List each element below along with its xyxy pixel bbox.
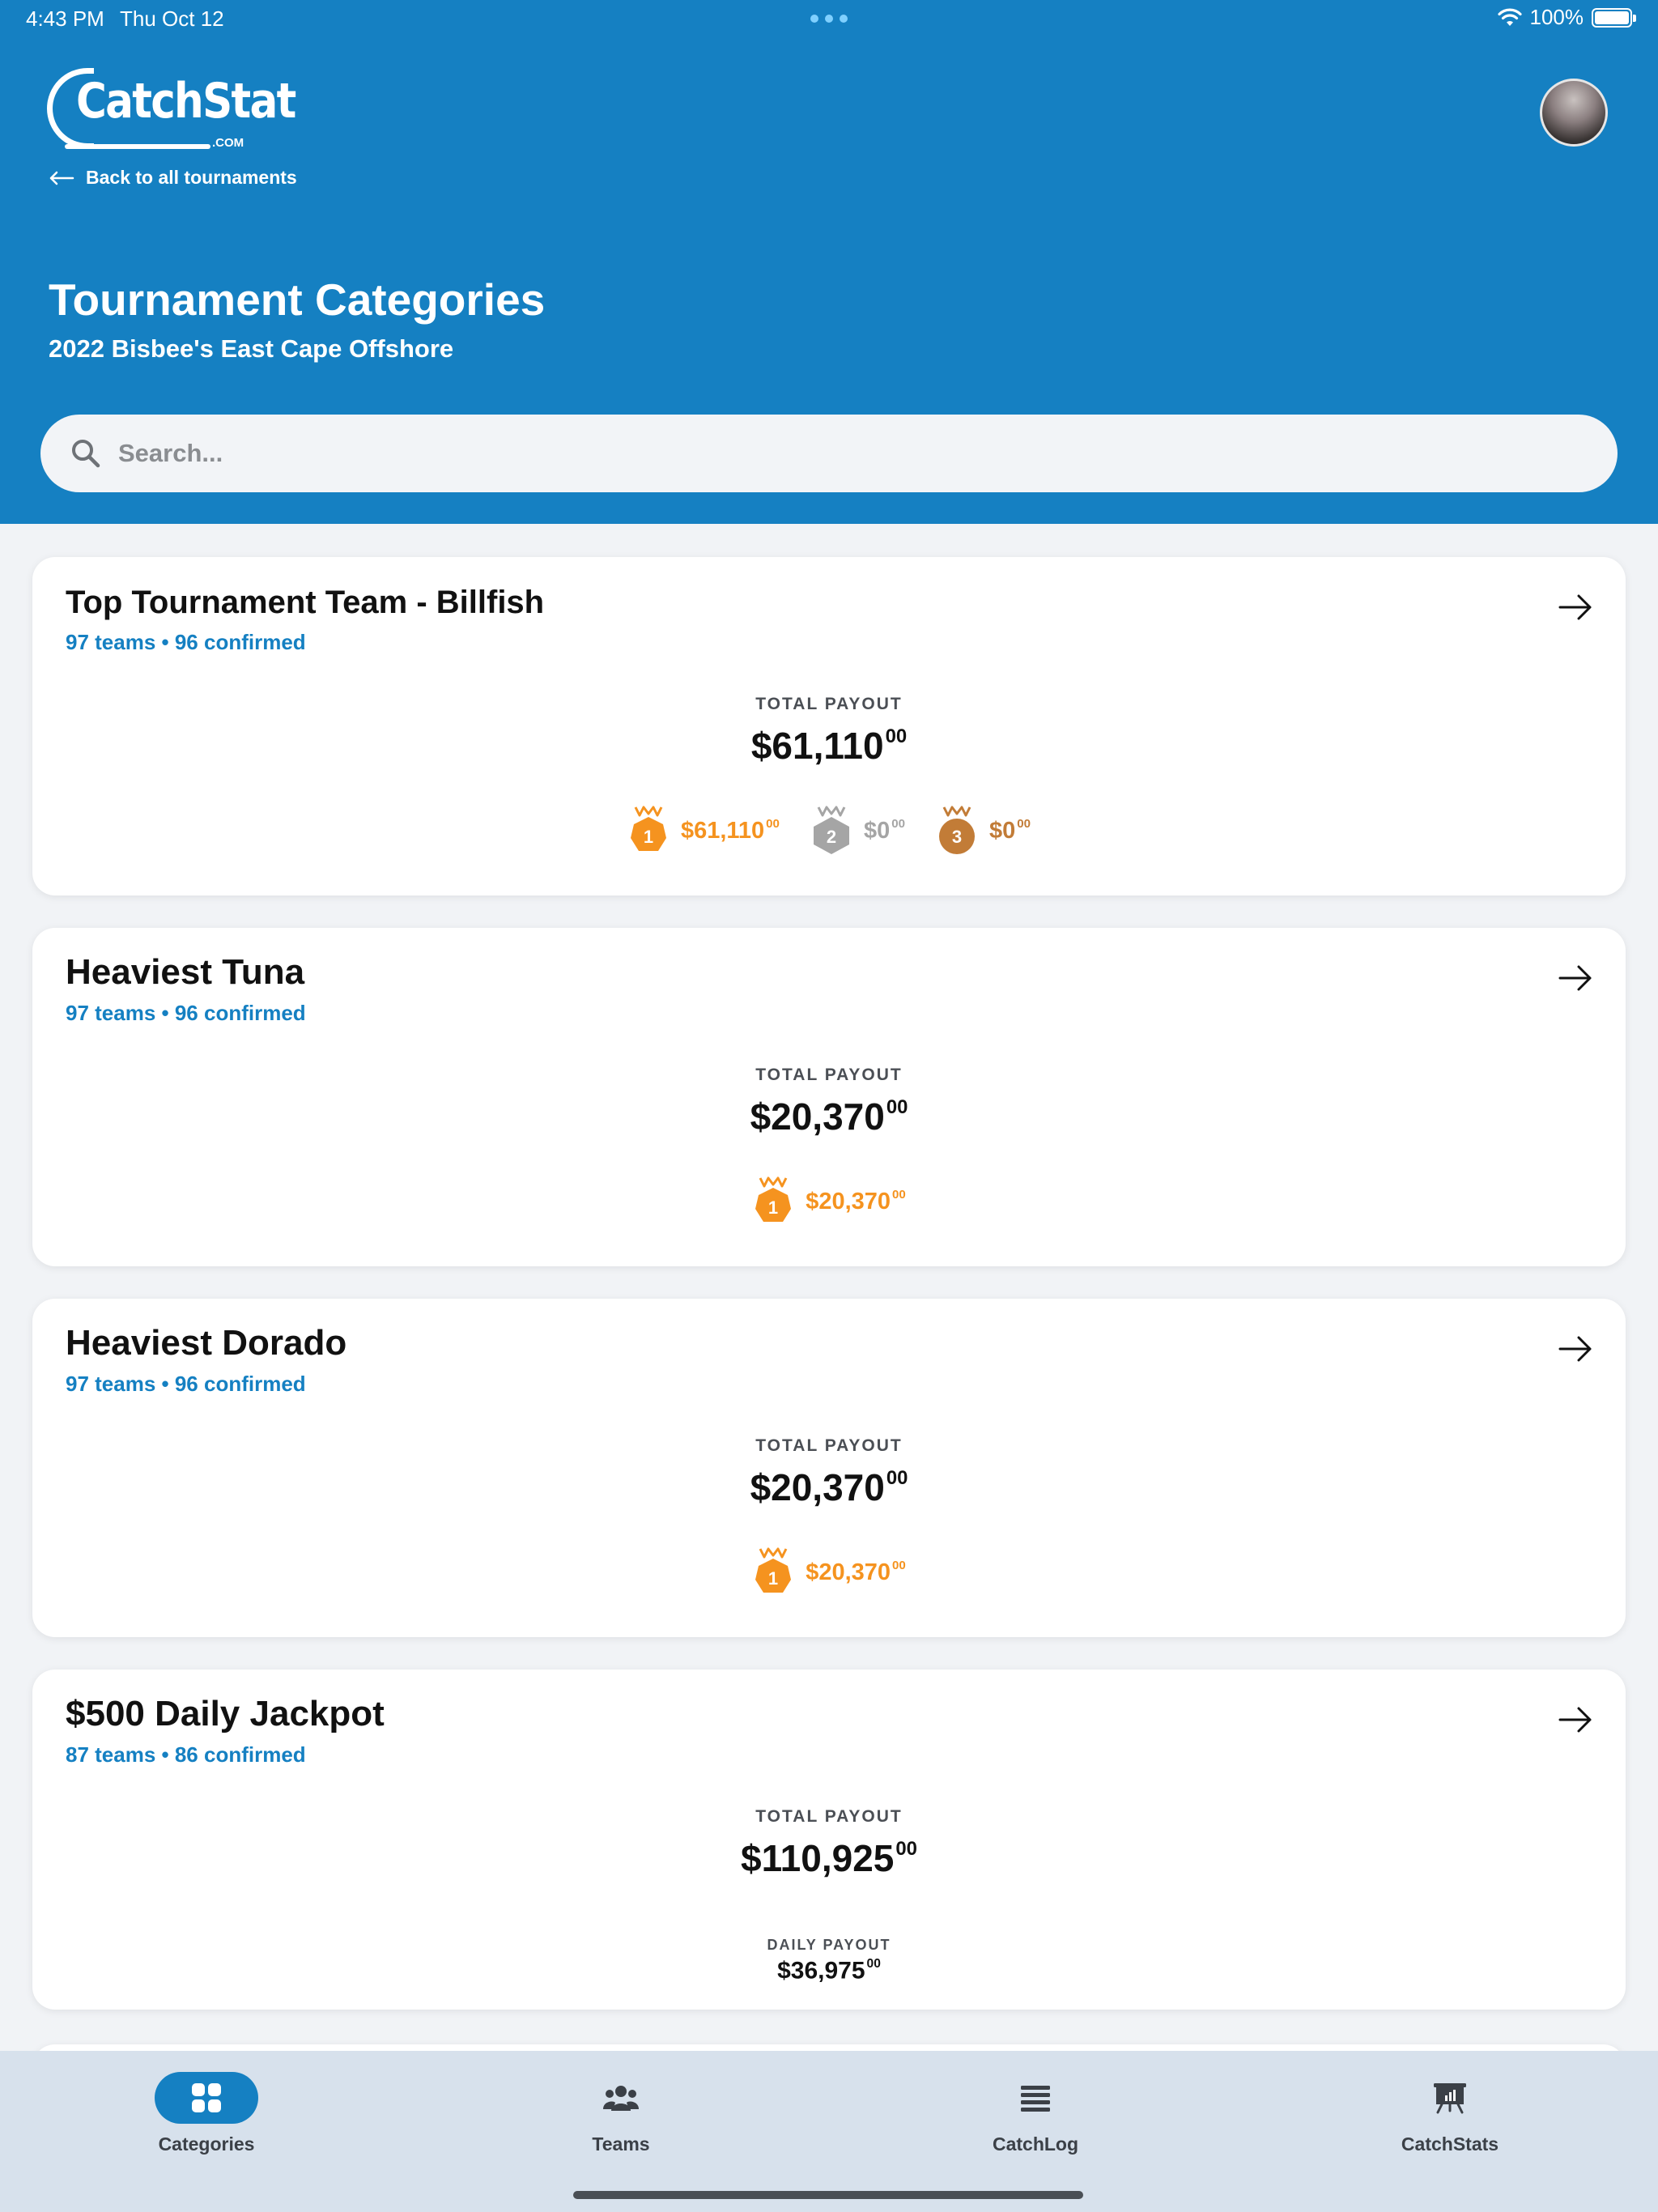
prize-list: 1 $20,370 00	[32, 1175, 1626, 1228]
gold-medal-icon: 1	[630, 806, 666, 851]
grid-icon	[192, 2083, 221, 2112]
arrow-left-icon	[49, 171, 74, 185]
silver-medal-icon: 2	[813, 806, 849, 854]
total-payout-amount: $61,11000	[750, 725, 908, 767]
total-payout-label: TOTAL PAYOUT	[755, 1436, 903, 1455]
avatar[interactable]	[1540, 79, 1608, 147]
category-card[interactable]: $500 Daily Jackpot 87 teams • 86 confirm…	[32, 1670, 1626, 2010]
page-title: Tournament Categories	[49, 274, 546, 325]
svg-text:1: 1	[768, 1568, 778, 1589]
arrow-right-icon[interactable]	[1558, 962, 1593, 994]
tab-catchstats[interactable]: CatchStats	[1345, 2072, 1555, 2155]
total-payout-label: TOTAL PAYOUT	[755, 1066, 903, 1084]
home-indicator[interactable]	[573, 2191, 1083, 2199]
arrow-right-icon[interactable]	[1558, 1333, 1593, 1365]
status-indicators: 100%	[1497, 5, 1636, 30]
search-input[interactable]	[118, 415, 1575, 492]
prize-list: 1 $61,110 00 2 $0 00 3 $0 00	[32, 804, 1626, 857]
tab-label: CatchStats	[1401, 2133, 1499, 2155]
header: 4:43 PM Thu Oct 12 100% CatchStat .COM B…	[0, 0, 1658, 524]
tab-teams[interactable]: Teams	[516, 2072, 726, 2155]
daily-payout-label: DAILY PAYOUT	[767, 1937, 891, 1953]
prize-first-place: 1 $61,110 00	[627, 804, 780, 857]
tab-label: CatchLog	[992, 2133, 1079, 2155]
people-icon	[603, 2086, 639, 2111]
wifi-icon	[1497, 8, 1522, 26]
arrow-right-icon[interactable]	[1558, 591, 1593, 623]
catchstat-logo[interactable]: CatchStat .COM	[47, 66, 296, 151]
logo-text: CatchStat	[76, 73, 296, 130]
arrow-right-icon[interactable]	[1558, 1704, 1593, 1736]
multitasking-dots-icon[interactable]	[810, 15, 848, 23]
battery-percent: 100%	[1529, 5, 1584, 29]
category-team-count: 87 teams • 86 confirmed	[66, 1742, 306, 1767]
tab-label: Categories	[158, 2133, 255, 2155]
category-team-count: 97 teams • 96 confirmed	[66, 1001, 306, 1025]
page-subtitle: 2022 Bisbee's East Cape Offshore	[49, 334, 454, 363]
total-payout-amount: $110,92500	[741, 1837, 917, 1879]
gold-medal-icon: 1	[755, 1547, 792, 1593]
daily-payout-amount: $36,975 00	[777, 1957, 881, 1984]
app-screen: 4:43 PM Thu Oct 12 100% CatchStat .COM B…	[0, 0, 1658, 2212]
battery-icon	[1592, 7, 1636, 28]
category-list[interactable]: Top Tournament Team - Billfish 97 teams …	[0, 524, 1658, 2051]
category-team-count: 97 teams • 96 confirmed	[66, 1372, 306, 1396]
category-title: $500 Daily Jackpot	[66, 1694, 385, 1733]
category-title: Heaviest Dorado	[66, 1323, 347, 1363]
total-payout-label: TOTAL PAYOUT	[755, 695, 903, 713]
prize-list: 1 $20,370 00	[32, 1546, 1626, 1599]
status-bar: 4:43 PM Thu Oct 12 100%	[0, 0, 1658, 39]
status-time: 4:43 PM	[26, 6, 104, 31]
category-team-count: 97 teams • 96 confirmed	[66, 630, 306, 654]
search-bar[interactable]	[40, 415, 1618, 492]
tab-categories[interactable]: Categories	[101, 2072, 312, 2155]
svg-text:1: 1	[644, 827, 653, 847]
gold-medal-icon: 1	[755, 1176, 792, 1222]
tab-catchlog[interactable]: CatchLog	[930, 2072, 1141, 2155]
svg-text:1: 1	[768, 1197, 778, 1218]
status-date: Thu Oct 12	[120, 6, 224, 31]
tab-bar: Categories Teams CatchLog CatchStats	[0, 2051, 1658, 2212]
total-payout-amount: $20,37000	[750, 1095, 908, 1138]
category-card[interactable]: Heaviest Tuna 97 teams • 96 confirmed TO…	[32, 928, 1626, 1266]
category-card[interactable]: Heaviest Dorado 97 teams • 96 confirmed …	[32, 1299, 1626, 1637]
prize-first-place: 1 $20,370 00	[752, 1546, 906, 1599]
back-to-tournaments-link[interactable]: Back to all tournaments	[49, 167, 297, 189]
bronze-medal-icon: 3	[939, 806, 975, 854]
category-title: Top Tournament Team - Billfish	[66, 585, 545, 620]
prize-third-place: 3 $0 00	[936, 804, 1031, 857]
logo-domain: .COM	[212, 136, 244, 150]
chart-board-icon	[1434, 2083, 1466, 2114]
total-payout-amount: $20,37000	[750, 1466, 908, 1508]
total-payout-label: TOTAL PAYOUT	[755, 1807, 903, 1826]
category-title: Heaviest Tuna	[66, 952, 305, 992]
prize-second-place: 2 $0 00	[810, 804, 905, 857]
category-card[interactable]	[32, 2044, 1626, 2051]
search-icon	[72, 440, 100, 468]
svg-text:3: 3	[952, 827, 962, 847]
list-icon	[1021, 2086, 1050, 2112]
prize-first-place: 1 $20,370 00	[752, 1175, 906, 1228]
back-link-label: Back to all tournaments	[86, 167, 297, 188]
category-card[interactable]: Top Tournament Team - Billfish 97 teams …	[32, 557, 1626, 895]
svg-text:2: 2	[827, 827, 836, 847]
tab-label: Teams	[592, 2133, 650, 2155]
